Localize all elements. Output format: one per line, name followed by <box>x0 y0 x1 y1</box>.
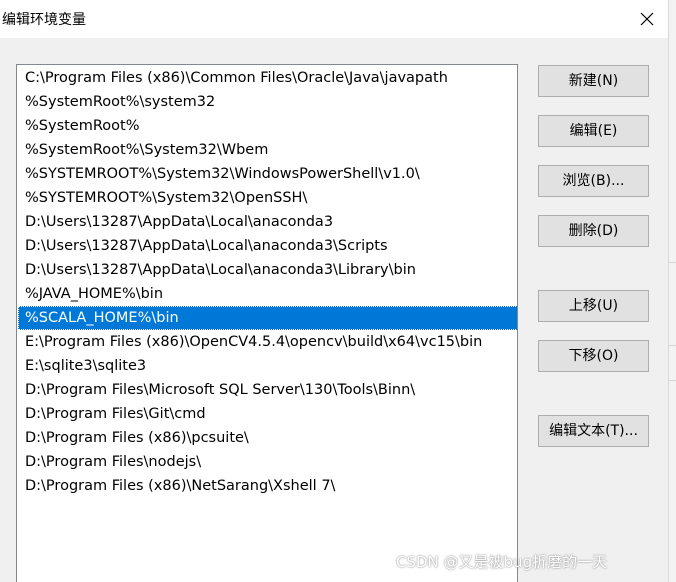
move-down-button[interactable]: 下移(O) <box>538 340 649 372</box>
list-item[interactable]: C:\Program Files (x86)\Common Files\Orac… <box>18 66 517 90</box>
list-item[interactable]: D:\Users\13287\AppData\Local\anaconda3\L… <box>18 258 517 282</box>
background-divider <box>669 345 676 346</box>
list-item[interactable]: D:\Users\13287\AppData\Local\anaconda3\S… <box>18 234 517 258</box>
delete-button[interactable]: 删除(D) <box>538 215 649 247</box>
background-divider <box>669 262 676 263</box>
list-item[interactable]: %SYSTEMROOT%\System32\WindowsPowerShell\… <box>18 162 517 186</box>
list-item[interactable]: D:\Program Files (x86)\pcsuite\ <box>18 426 517 450</box>
title-bar: 编辑环境变量 <box>0 0 668 38</box>
background-divider <box>669 380 676 381</box>
move-up-button[interactable]: 上移(U) <box>538 290 649 322</box>
close-button[interactable] <box>628 4 666 34</box>
path-list[interactable]: C:\Program Files (x86)\Common Files\Orac… <box>16 64 518 582</box>
list-item[interactable]: E:\sqlite3\sqlite3 <box>18 354 517 378</box>
new-button[interactable]: 新建(N) <box>538 65 649 97</box>
list-item-selected[interactable]: %SCALA_HOME%\bin <box>18 306 517 330</box>
list-item[interactable]: %SystemRoot%\system32 <box>18 90 517 114</box>
list-item[interactable]: %JAVA_HOME%\bin <box>18 282 517 306</box>
edit-env-variable-dialog: 编辑环境变量 C:\Program Files (x86)\Common Fil… <box>0 0 668 582</box>
list-item[interactable]: E:\Program Files (x86)\OpenCV4.5.4\openc… <box>18 330 517 354</box>
list-item[interactable]: %SystemRoot%\System32\Wbem <box>18 138 517 162</box>
list-item[interactable]: D:\Program Files\Microsoft SQL Server\13… <box>18 378 517 402</box>
list-item[interactable]: D:\Users\13287\AppData\Local\anaconda3 <box>18 210 517 234</box>
browse-button[interactable]: 浏览(B)... <box>538 165 649 197</box>
watermark-text: CSDN @又是被bug折磨的一天 <box>396 553 608 571</box>
list-item[interactable]: D:\Program Files\nodejs\ <box>18 450 517 474</box>
edit-button[interactable]: 编辑(E) <box>538 115 649 147</box>
window-title: 编辑环境变量 <box>2 12 86 28</box>
list-item[interactable]: D:\Program Files (x86)\NetSarang\Xshell … <box>18 474 517 498</box>
background-window-edge <box>668 0 676 582</box>
list-item[interactable]: %SYSTEMROOT%\System32\OpenSSH\ <box>18 186 517 210</box>
close-icon <box>640 12 654 26</box>
list-item[interactable]: %SystemRoot% <box>18 114 517 138</box>
edit-text-button[interactable]: 编辑文本(T)... <box>538 415 649 447</box>
list-item[interactable]: D:\Program Files\Git\cmd <box>18 402 517 426</box>
